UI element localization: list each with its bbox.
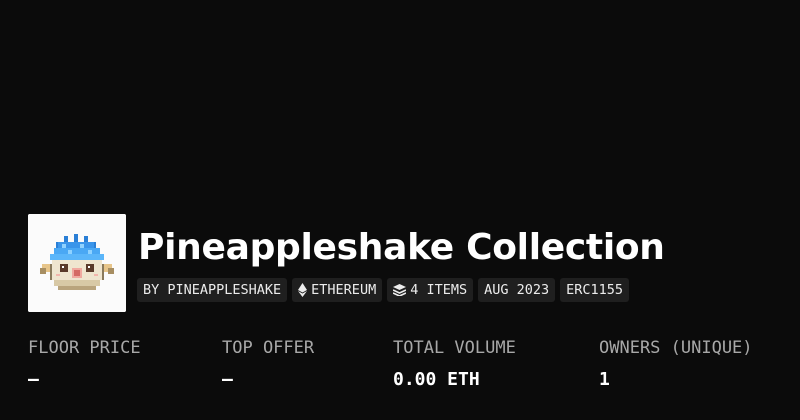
stat-label: TOTAL VOLUME: [393, 338, 516, 358]
collection-tags: BY PINEAPPLESHAKE ETHEREUM 4 ITEMS AUG 2…: [137, 278, 630, 302]
standard-tag: ERC1155: [560, 278, 630, 302]
chain-tag[interactable]: ETHEREUM: [292, 278, 383, 302]
stat-floor-price: FLOOR PRICE —: [28, 336, 141, 392]
pixel-pufferfish-avatar-icon: [28, 214, 126, 312]
items-tag[interactable]: 4 ITEMS: [387, 278, 474, 302]
stat-total-volume: TOTAL VOLUME 0.00 ETH: [393, 336, 516, 392]
stat-value: 0.00 ETH: [393, 369, 480, 390]
standard-tag-label: ERC1155: [566, 282, 624, 298]
collection-header: Pineappleshake Collection BY PINEAPPLESH…: [0, 0, 800, 420]
ethereum-icon: [298, 283, 308, 297]
stat-label: FLOOR PRICE: [28, 338, 141, 358]
stat-owners: OWNERS (UNIQUE) 1: [599, 336, 753, 392]
chain-tag-label: ETHEREUM: [311, 282, 377, 298]
stat-value: 1: [599, 369, 610, 390]
collection-stats: FLOOR PRICE — TOP OFFER — TOTAL VOLUME 0…: [0, 336, 800, 400]
stat-value: —: [28, 369, 39, 390]
creator-tag-label: BY PINEAPPLESHAKE: [143, 282, 282, 298]
date-tag: AUG 2023: [478, 278, 556, 302]
stat-top-offer: TOP OFFER —: [222, 336, 314, 392]
creator-tag[interactable]: BY PINEAPPLESHAKE: [137, 278, 288, 302]
date-tag-label: AUG 2023: [484, 282, 550, 298]
collection-title: Pineappleshake Collection: [138, 227, 665, 268]
collection-avatar[interactable]: [28, 214, 126, 312]
stat-label: TOP OFFER: [222, 338, 315, 358]
layers-icon: [393, 284, 407, 296]
stat-label: OWNERS (UNIQUE): [599, 338, 753, 358]
stat-value: —: [222, 369, 233, 390]
items-tag-label: 4 ITEMS: [410, 282, 468, 298]
